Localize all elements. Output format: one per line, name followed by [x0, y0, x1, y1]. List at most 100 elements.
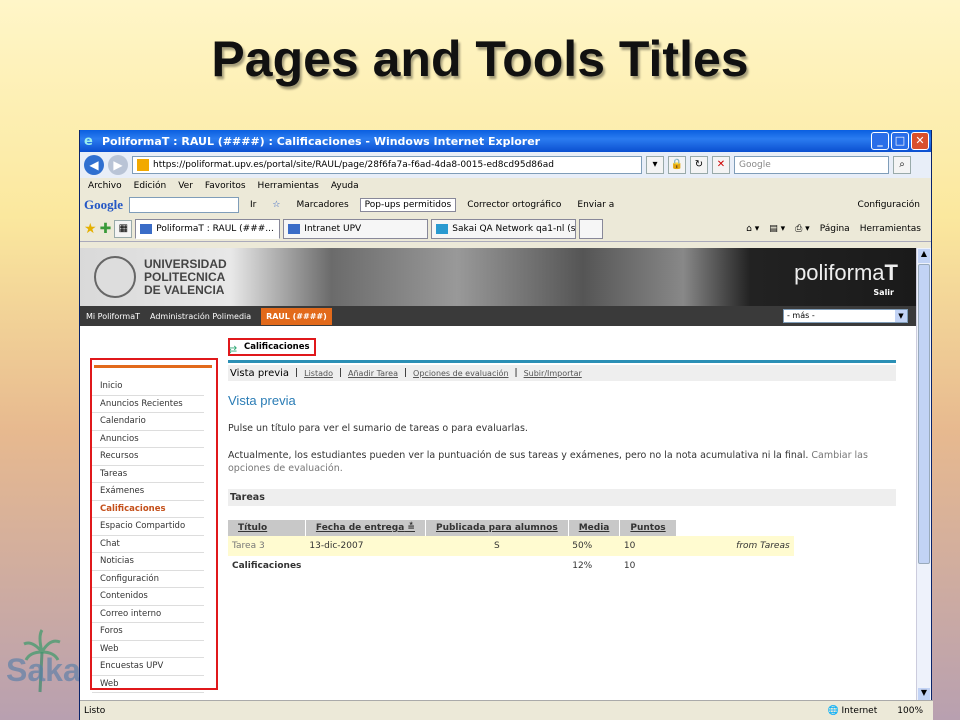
row-date [305, 556, 425, 576]
new-tab-button[interactable] [579, 218, 604, 239]
chevron-down-icon: ▼ [895, 310, 907, 322]
grades-table: Título Fecha de entrega ≛ Publicada para… [228, 520, 795, 576]
row-source: from Tareas [736, 541, 790, 551]
settings-button[interactable]: Configuración [853, 198, 925, 212]
google-ir-button[interactable]: Ir [245, 198, 261, 212]
scrollbar-thumb[interactable] [918, 264, 930, 564]
tool-item[interactable]: Foros [92, 623, 204, 641]
menu-archivo[interactable]: Archivo [88, 181, 122, 191]
column-header[interactable]: Publicada para alumnos [425, 520, 569, 536]
more-sites-select[interactable]: - más - ▼ [783, 309, 908, 323]
star-icon[interactable]: ☆ [267, 198, 285, 212]
subnav-add-task[interactable]: Añadir Tarea [348, 369, 398, 378]
tab-poliformat[interactable]: PoliformaT : RAUL (###... ✕ [135, 218, 281, 239]
subnav-upload[interactable]: Subir/Importar [524, 369, 582, 378]
tool-item[interactable]: Calendario [92, 413, 204, 431]
tool-item[interactable]: Web [92, 676, 204, 693]
tool-item[interactable]: Anuncios [92, 431, 204, 448]
column-header[interactable]: Puntos [619, 520, 677, 536]
tool-item[interactable]: Web [92, 641, 204, 658]
section-heading: Tareas [228, 489, 896, 506]
window-title: PoliformaT : RAUL (####) : Calificacione… [102, 134, 541, 148]
spellcheck-button[interactable]: Corrector ortográfico [462, 198, 566, 212]
lock-icon[interactable]: 🔒 [668, 156, 686, 174]
close-tab-icon[interactable]: ✕ [278, 224, 279, 234]
popups-button[interactable]: Pop-ups permitidos [359, 198, 457, 212]
slide-title: Pages and Tools Titles [211, 31, 749, 87]
stop-button[interactable]: ✕ [712, 156, 730, 174]
tool-header-rule [228, 360, 896, 363]
google-search-input[interactable] [129, 197, 239, 213]
scroll-up-icon[interactable]: ▲ [918, 249, 930, 263]
tab-label: Intranet UPV [304, 223, 362, 234]
tool-title: Calificaciones [228, 338, 316, 356]
tab-row: ★ ✚ ▦ PoliformaT : RAUL (###... ✕ Intran… [80, 216, 931, 242]
menu-edicion[interactable]: Edición [134, 181, 167, 191]
back-button[interactable]: ◀ [84, 155, 104, 175]
tool-item[interactable]: Anuncios Recientes [92, 396, 204, 413]
site-tab-polimedia[interactable]: Administración Polimedia [150, 312, 251, 321]
home-icon[interactable]: ⌂ ▾ [746, 224, 759, 234]
address-bar[interactable]: https://poliformat.upv.es/portal/site/RA… [132, 156, 642, 174]
tool-item[interactable]: Encuestas UPV [92, 658, 204, 676]
tools-menu[interactable]: Herramientas [860, 224, 921, 234]
page-menu[interactable]: Página [820, 224, 850, 234]
minimize-button[interactable]: _ [871, 132, 889, 150]
tool-item[interactable]: Exámenes [92, 483, 204, 501]
quick-tabs-button[interactable]: ▦ [114, 219, 133, 238]
row-title-link[interactable]: Tarea 3 [228, 536, 305, 556]
subnav-listado[interactable]: Listado [304, 369, 333, 378]
tool-item[interactable]: Tareas [92, 466, 204, 483]
tool-item[interactable]: Correo interno [92, 606, 204, 623]
tool-item[interactable]: Calificaciones [92, 501, 204, 518]
favorites-star-icon[interactable]: ★ [84, 221, 97, 237]
menu-bar: Archivo Edición Ver Favoritos Herramient… [80, 178, 931, 194]
tool-item[interactable]: Noticias [92, 553, 204, 571]
subnav-grading-options[interactable]: Opciones de evaluación [413, 369, 508, 378]
tab-intranet[interactable]: Intranet UPV [283, 218, 429, 239]
tool-menu-accent [94, 365, 212, 368]
column-header[interactable]: Título [228, 520, 306, 536]
marcadores-button[interactable]: Marcadores [291, 198, 353, 212]
vertical-scrollbar[interactable]: ▲ ▼ [916, 248, 931, 703]
menu-ayuda[interactable]: Ayuda [331, 181, 359, 191]
tool-item[interactable]: Espacio Compartido [92, 518, 204, 536]
send-to-button[interactable]: Enviar a [572, 198, 619, 212]
tool-item[interactable]: Recursos [92, 448, 204, 466]
feeds-icon[interactable]: ▤ ▾ [769, 224, 785, 234]
column-header[interactable]: Fecha de entrega ≛ [305, 520, 426, 536]
tool-item[interactable]: Configuración [92, 571, 204, 588]
row-source [676, 556, 794, 576]
site-tab-my-poliformat[interactable]: Mi PoliformaT [86, 312, 140, 321]
menu-herramientas[interactable]: Herramientas [258, 181, 319, 191]
row-avg: 50% [572, 541, 593, 551]
tab-sakai-qa[interactable]: Sakai QA Network qa1-nl (sv... [431, 218, 577, 239]
search-icon[interactable]: ⌕ [893, 156, 911, 174]
print-icon[interactable]: ⎙ ▾ [795, 224, 810, 234]
refresh-button[interactable]: ↻ [690, 156, 708, 174]
zoom-level[interactable]: 100% [897, 706, 923, 716]
site-tab-current[interactable]: RAUL (####) [261, 307, 332, 325]
instructions-text: Pulse un título para ver el sumario de t… [228, 423, 528, 434]
tool-item[interactable]: Contenidos [92, 588, 204, 606]
address-text: https://poliformat.upv.es/portal/site/RA… [153, 160, 554, 170]
maximize-button[interactable]: □ [891, 132, 909, 150]
forward-button[interactable]: ▶ [108, 155, 128, 175]
tool-item[interactable]: Inicio [92, 378, 204, 396]
site-nav: Mi PoliformaT Administración Polimedia R… [80, 306, 918, 326]
tool-menu: Inicio Anuncios Recientes Calendario Anunci… [90, 358, 218, 693]
address-dropdown-button[interactable]: ▾ [646, 156, 664, 174]
search-input[interactable]: Google [734, 156, 889, 174]
menu-favoritos[interactable]: Favoritos [205, 181, 246, 191]
row-date: 13-dic-2007 [309, 541, 364, 551]
subnav-current: Vista previa [230, 367, 290, 379]
close-window-button[interactable]: ✕ [911, 132, 929, 150]
site-banner: UNIVERSIDAD POLITECNICA DE VALENCIA poli… [80, 248, 918, 306]
logout-link[interactable]: Salir [873, 288, 894, 297]
menu-ver[interactable]: Ver [178, 181, 193, 191]
column-header-empty [676, 520, 795, 536]
column-header[interactable]: Media [568, 520, 621, 536]
add-favorite-icon[interactable]: ✚ [100, 221, 112, 237]
tool-item[interactable]: Chat [92, 536, 204, 553]
note-text: Actualmente, los estudiantes pueden ver … [228, 450, 868, 474]
